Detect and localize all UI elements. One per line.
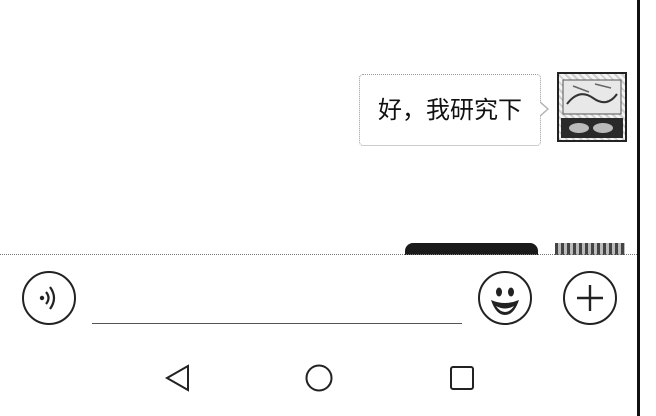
emoji-button[interactable] [478,271,532,325]
input-bar [0,255,637,341]
recent-apps-button[interactable] [447,363,477,393]
message-text: 好，我研究下 [378,96,522,124]
chat-screen: 好，我研究下 [0,0,656,416]
home-button[interactable] [304,363,334,393]
message-bubble[interactable]: 好，我研究下 [359,74,549,146]
chat-message-list[interactable]: 好，我研究下 [0,0,637,255]
back-button[interactable] [163,363,193,393]
more-button[interactable] [563,271,617,325]
message-row-outgoing: 好，我研究下 [359,72,627,146]
screen-edge [637,0,640,416]
recent-square-icon [447,366,477,397]
system-nav-bar [0,341,637,416]
back-triangle-icon [163,364,193,397]
message-input[interactable] [92,285,462,324]
home-circle-icon [304,364,334,397]
avatar[interactable] [557,72,627,142]
voice-button[interactable] [22,271,76,325]
